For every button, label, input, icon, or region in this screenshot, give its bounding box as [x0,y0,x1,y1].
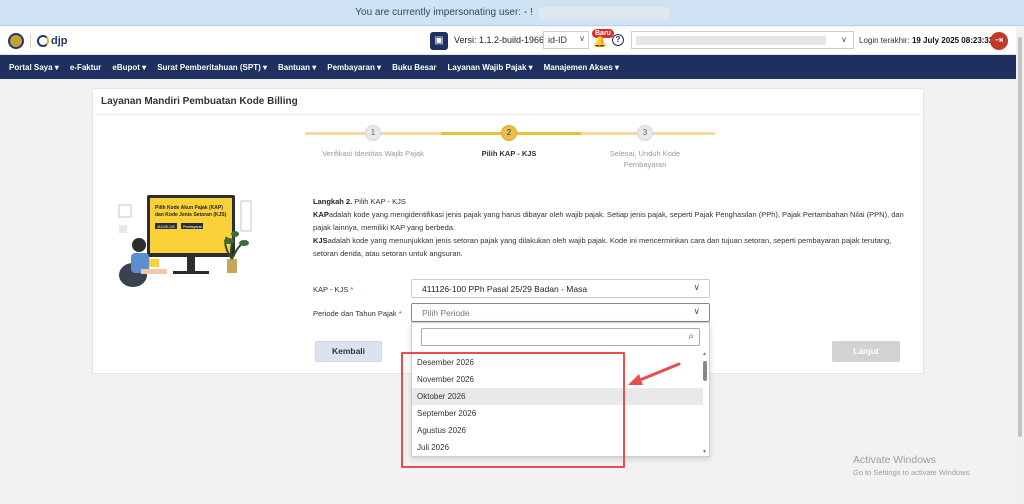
stepper: 1 2 3 Verifikasi Identitas Wajib Pajak P… [305,125,715,185]
logo[interactable]: djp [8,33,68,49]
illustration-line-1: Pilih Kode Akun Pajak (KAP) [155,205,223,211]
step-3-label: Selesai, Unduh Kode Pembayaran [609,149,681,169]
nav-portal-saya[interactable]: Portal Saya ▾ [9,63,59,72]
last-login-label: Login terakhir: [859,36,910,45]
language-value: id-ID [548,35,568,45]
dropdown-scrollbar[interactable]: ▲ ▼ [702,351,708,455]
kap-kjs-label: KAP - KJS * [313,285,354,294]
main-navbar: Portal Saya ▾ e-Faktur eBupot ▾ Surat Pe… [0,55,1018,79]
nav-layanan-wajib-pajak[interactable]: Layanan Wajib Pajak ▾ [448,63,533,72]
chevron-down-icon: ∨ [579,34,585,43]
activate-windows-watermark: Activate Windows Go to Settings to activ… [853,454,971,477]
last-login: Login terakhir: 19 July 2025 08:23:32 [859,36,993,45]
step-2-label: Pilih KAP - KJS [481,149,537,158]
periode-label: Periode dan Tahun Pajak * [313,309,402,318]
card-title: Layanan Mandiri Pembuatan Kode Billing [93,89,923,115]
redacted-user [636,36,826,45]
bell-icon[interactable]: 🔔 [593,35,607,48]
watermark-subtitle: Go to Settings to activate Windows. [853,468,972,477]
language-select[interactable]: id-ID ∨ [543,31,589,49]
watermark-title: Activate Windows [853,454,936,466]
scrollbar-thumb[interactable] [1018,37,1022,437]
illustration-line-2: dan Kode Jenis Setoran (KJS) [155,212,227,218]
kap-kjs-value: 411126-100 PPh Pasal 25/29 Badan - Masa [422,284,588,294]
document-button[interactable]: ▣ [430,32,448,50]
logo-text: djp [51,35,68,47]
nav-e-faktur[interactable]: e-Faktur [70,63,102,72]
search-icon: ⌕ [688,331,694,342]
chevron-down-icon: ∨ [841,35,847,44]
kap-kjs-select[interactable]: 411126-100 PPh Pasal 25/29 Badan - Masa … [411,279,710,298]
back-button[interactable]: Kembali [315,341,382,362]
page-scrollbar[interactable] [1016,27,1024,504]
step-3-number: 3 [637,125,653,141]
kjs-term: KJS [313,236,328,245]
step-1-label: Verifikasi Identitas Wajib Pajak [322,149,424,158]
djp-mark-icon [37,35,49,47]
redacted-username [538,6,669,19]
nav-spt[interactable]: Surat Pemberitahuan (SPT) ▾ [157,63,267,72]
dropdown-scroll-thumb[interactable] [703,361,707,381]
logout-icon[interactable]: ⇥ [990,32,1008,50]
impersonation-text: You are currently impersonating user: - … [355,7,533,18]
impersonation-banner: You are currently impersonating user: - … [0,0,1024,26]
chevron-down-icon: ∨ [693,306,700,316]
nav-buku-besar[interactable]: Buku Besar [392,63,436,72]
kjs-description: adalah kode yang menunjukkan jenis setor… [313,236,892,258]
kap-kjs-illustration: Pilih Kode Akun Pajak (KAP) dan Kode Jen… [117,193,265,289]
step-1-number: 1 [365,125,381,141]
step-2-number: 2 [501,125,517,141]
kap-term: KAP [313,210,329,219]
periode-select[interactable]: Pilih Periode ∨ [411,303,710,322]
periode-placeholder: Pilih Periode [422,308,470,318]
next-button[interactable]: Lanjut [832,341,900,362]
illustration-tag-1: 411125-100 [157,225,175,229]
instruction-text: Langkah 2. Pilih KAP - KJS KAPadalah kod… [313,195,911,260]
user-select[interactable]: ∨ [631,31,854,49]
kap-description: adalah kode yang mengidentifikasi jenis … [313,210,904,232]
step-heading: Langkah 2. [313,197,353,206]
annotation-highlight-box [401,352,625,468]
nav-manajemen-akses[interactable]: Manajemen Akses ▾ [544,63,619,72]
illustration-tag-2: Pembayaran [183,225,202,229]
nav-ebupot[interactable]: eBupot ▾ [112,63,146,72]
last-login-value: 19 July 2025 08:23:32 [911,36,994,45]
emblem-icon [8,33,24,49]
nav-pembayaran[interactable]: Pembayaran ▾ [327,63,381,72]
step-heading-text: Pilih KAP - KJS [352,197,406,206]
chevron-down-icon: ∨ [693,282,700,292]
dropdown-search-input[interactable]: ⌕ [421,328,700,346]
annotation-arrow-icon [628,362,681,385]
scroll-up-icon[interactable]: ▲ [702,351,707,357]
nav-bantuan[interactable]: Bantuan ▾ [278,63,316,72]
top-header: djp ▣ Versi: 1.1.2-build-1966 id-ID ∨ Ba… [0,27,1024,55]
help-icon[interactable]: ? [612,34,624,46]
version-label: Versi: 1.1.2-build-1966 [454,35,545,45]
scroll-down-icon[interactable]: ▼ [702,449,707,455]
